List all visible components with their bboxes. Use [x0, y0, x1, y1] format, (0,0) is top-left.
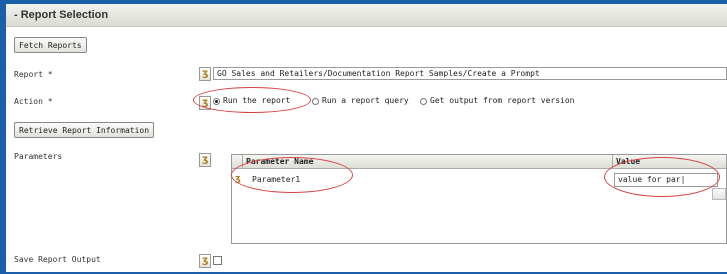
- prompt-icon[interactable]: ʒ: [199, 153, 211, 167]
- section-title: - Report Selection: [14, 9, 109, 21]
- parameter-name-cell: Parameter1: [252, 175, 301, 184]
- run-query-label[interactable]: Run a report query: [322, 96, 409, 105]
- run-query-radio[interactable]: [312, 98, 319, 105]
- prompt-icon[interactable]: ʒ: [199, 67, 211, 81]
- parameter-value-field[interactable]: value for par|: [614, 173, 718, 187]
- prompt-icon[interactable]: ʒ: [199, 254, 211, 268]
- prompt-icon[interactable]: ʒ: [199, 96, 211, 110]
- report-label: Report *: [14, 70, 53, 79]
- column-header-value[interactable]: Value: [616, 157, 640, 166]
- get-output-label[interactable]: Get output from report version: [430, 96, 575, 105]
- fetch-reports-button[interactable]: Fetch Reports: [14, 37, 87, 53]
- get-output-radio[interactable]: [420, 98, 427, 105]
- report-selection-panel: - Report Selection Fetch Reports Report …: [6, 4, 727, 272]
- column-header-parameter-name[interactable]: Parameter Name: [246, 157, 313, 166]
- report-path-field[interactable]: GO Sales and Retailers/Documentation Rep…: [213, 67, 727, 80]
- run-report-label[interactable]: Run the report: [223, 96, 290, 105]
- save-output-label: Save Report Output: [14, 255, 101, 264]
- grid-header: Parameter Name Value: [232, 155, 726, 169]
- parameters-label: Parameters: [14, 152, 63, 161]
- parameters-grid: Parameter Name Value ʒ Parameter1 value …: [231, 154, 727, 244]
- action-label: Action *: [14, 97, 53, 106]
- save-output-checkbox[interactable]: [213, 256, 222, 265]
- run-report-radio[interactable]: [213, 98, 220, 105]
- grid-scroll-button[interactable]: [712, 188, 726, 200]
- row-edit-icon: ʒ: [235, 174, 241, 184]
- section-header[interactable]: - Report Selection: [6, 4, 727, 27]
- retrieve-report-info-button[interactable]: Retrieve Report Information: [14, 122, 155, 138]
